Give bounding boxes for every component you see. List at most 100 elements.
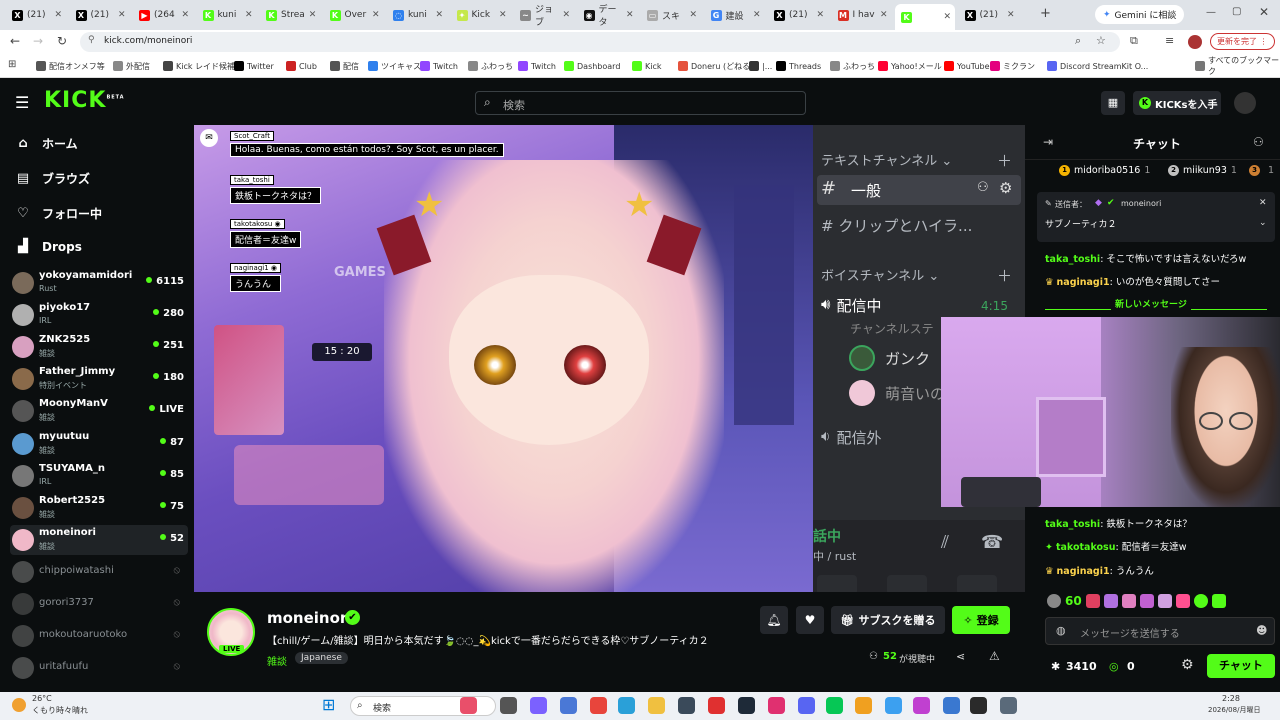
browser-tab[interactable]: MI hav ✕ xyxy=(832,4,892,26)
emote-icon[interactable] xyxy=(1103,594,1118,608)
report-icon[interactable]: ⚠ xyxy=(989,649,1000,663)
tab-close-icon[interactable]: ✕ xyxy=(435,10,443,20)
search-input[interactable]: 検索 xyxy=(503,97,525,113)
chat-username[interactable]: takotakosu xyxy=(1056,542,1116,553)
add-voice-channel-icon[interactable]: ＋ xyxy=(997,265,1012,286)
tab-close-icon[interactable]: ✕ xyxy=(689,10,697,20)
tab-close-icon[interactable]: ✕ xyxy=(372,10,380,20)
bookmark-item[interactable]: 配信オンメフ等 xyxy=(36,59,105,73)
bookmark-star-icon[interactable]: ☆ xyxy=(1096,34,1106,47)
unpin-icon[interactable]: ✕ xyxy=(1259,198,1267,208)
taskbar-app-icon[interactable] xyxy=(530,697,547,714)
bookmark-item[interactable]: Kick レイド候補 xyxy=(163,59,235,73)
kick-logo[interactable]: KICKBETA xyxy=(44,88,125,113)
taskbar-app-icon[interactable] xyxy=(500,697,517,714)
tab-close-icon[interactable]: ✕ xyxy=(562,10,570,20)
tab-close-icon[interactable]: ✕ xyxy=(1007,10,1015,20)
bookmark-item[interactable]: Dashboard xyxy=(564,59,620,73)
forward-icon[interactable]: → xyxy=(33,34,43,48)
taskbar-app-icon[interactable] xyxy=(560,697,577,714)
reload-icon[interactable]: ↻ xyxy=(57,34,67,48)
browser-tab[interactable]: ▶ (264 ✕ xyxy=(133,4,193,26)
chat-input[interactable]: ◍ メッセージを送信する ☻ xyxy=(1045,617,1275,645)
gift-icon[interactable]: ◍ xyxy=(1056,624,1066,637)
browser-tab[interactable]: ◌ kuni ✕ xyxy=(387,4,447,26)
browser-tab[interactable]: ◉ データ ✕ xyxy=(578,4,638,28)
browser-tab[interactable]: ▭ スキ ✕ xyxy=(641,4,701,26)
tab-close-icon[interactable]: ✕ xyxy=(943,12,951,22)
gifter-leaderboard-item[interactable]: 31 xyxy=(1249,165,1274,176)
extensions-icon[interactable]: ⧉ xyxy=(1130,34,1138,48)
taskbar-app-icon[interactable] xyxy=(768,697,785,714)
taskbar-app-icon[interactable] xyxy=(798,697,815,714)
bookmark-item[interactable]: ふわっち xyxy=(830,59,875,73)
taskbar-app-icon[interactable] xyxy=(943,697,960,714)
tab-close-icon[interactable]: ✕ xyxy=(880,10,888,20)
browser-tab[interactable]: ✦ Kick ✕ xyxy=(451,4,511,26)
tab-close-icon[interactable]: ✕ xyxy=(245,10,253,20)
bookmark-item[interactable]: Club xyxy=(286,59,317,73)
emote-icon[interactable] xyxy=(1175,594,1190,608)
voice-channel-off[interactable]: 🔉︎ 配信外 xyxy=(821,427,881,448)
send-chat-button[interactable]: チャット xyxy=(1207,654,1275,678)
tab-close-icon[interactable]: ✕ xyxy=(54,10,62,20)
close-window-button[interactable]: ✕ xyxy=(1259,5,1269,19)
emote-icon[interactable] xyxy=(1211,594,1226,608)
taskbar-app-icon[interactable] xyxy=(970,697,987,714)
update-button[interactable]: 更新を完了 ⋮ xyxy=(1210,33,1275,50)
followed-channel[interactable]: uritafuufu ⦸ xyxy=(10,653,188,683)
url-field[interactable]: ⚲ kick.com/moneinori ⌕ ☆ xyxy=(80,32,1120,52)
gifter-leaderboard-item[interactable]: 1 midoriba0516 1 xyxy=(1059,165,1150,176)
emote-icon[interactable] xyxy=(1121,594,1136,608)
bookmark-item[interactable]: Threads xyxy=(776,59,821,73)
followed-channel[interactable]: mokoutoaruotoko ⦸ xyxy=(10,621,188,651)
emote-icon[interactable] xyxy=(1193,594,1208,608)
nav-item-2[interactable]: ♡ フォロー中 xyxy=(16,205,102,222)
followed-channel[interactable]: MoonyManV 雑談 LIVE xyxy=(10,396,188,426)
taskbar-app-icon[interactable] xyxy=(913,697,930,714)
collapse-chat-icon[interactable]: ⇥ xyxy=(1043,135,1053,149)
browser-tab[interactable]: X (21) ✕ xyxy=(768,4,828,26)
emote-icon[interactable] xyxy=(1085,594,1100,608)
followed-channel[interactable]: moneinori 雑談 52 xyxy=(10,524,188,555)
bookmark-item[interactable]: ふわっち xyxy=(468,59,513,73)
bookmark-item[interactable]: |... xyxy=(749,59,772,73)
followed-channel[interactable]: ZNK2525 雑談 251 xyxy=(10,332,188,362)
followed-channel[interactable]: TSUYAMA_n IRL 85 xyxy=(10,461,188,491)
gift-subscription-button[interactable]: 🎁︎ サブスクを贈る xyxy=(831,606,945,634)
chat-username[interactable]: taka_toshi xyxy=(1045,254,1100,265)
voice-channel-live[interactable]: 🔊︎ 配信中 xyxy=(821,295,881,316)
profile-avatar[interactable] xyxy=(1188,35,1202,49)
nav-item-3[interactable]: ▟ Drops xyxy=(16,240,82,255)
users-icon[interactable]: ⚇ xyxy=(1253,135,1264,149)
followed-channel[interactable]: yokoyamamidori Rust 6115 xyxy=(10,268,188,298)
tab-close-icon[interactable]: ✕ xyxy=(499,10,507,20)
bookmark-item[interactable]: Twitch xyxy=(518,59,556,73)
user-avatar[interactable] xyxy=(1234,92,1256,114)
nav-item-1[interactable]: ▤ ブラウズ xyxy=(16,170,90,187)
channel-general[interactable]: # 一般 ⚇ ⚙ xyxy=(817,175,1021,205)
bookmark-item[interactable]: Twitter xyxy=(234,59,274,73)
share-icon[interactable]: ⋖ xyxy=(956,650,965,663)
tab-close-icon[interactable]: ✕ xyxy=(626,10,634,20)
browser-tab[interactable]: G 建設 ✕ xyxy=(705,4,765,26)
bookmark-item[interactable]: 外配信 xyxy=(113,59,150,73)
tab-close-icon[interactable]: ✕ xyxy=(309,10,317,20)
bell-icon[interactable]: 🔔︎ xyxy=(760,606,788,634)
emote-icon[interactable] xyxy=(1139,594,1154,608)
maximize-button[interactable]: ▢ xyxy=(1232,6,1241,17)
chat-settings-icon[interactable]: ⚙ xyxy=(1181,657,1194,673)
reading-list-icon[interactable]: ≡ xyxy=(1165,34,1174,47)
search-bar[interactable]: ⌕ 検索 xyxy=(475,91,806,115)
bookmark-item[interactable]: Kick xyxy=(632,59,662,73)
taskbar-app-icon[interactable] xyxy=(738,697,755,714)
taskbar-app-icon[interactable] xyxy=(618,697,635,714)
bookmark-item[interactable]: Twitch xyxy=(420,59,458,73)
get-kicks-button[interactable]: K KICKsを入手 xyxy=(1133,91,1221,115)
back-icon[interactable]: ← xyxy=(10,34,20,48)
tab-close-icon[interactable]: ✕ xyxy=(181,10,189,20)
tab-close-icon[interactable]: ✕ xyxy=(753,10,761,20)
followed-channel[interactable]: Robert2525 雑談 75 xyxy=(10,493,188,523)
browser-tab[interactable]: K ✕ xyxy=(895,4,955,30)
settings-gear-icon[interactable]: ⚙ xyxy=(999,179,1012,197)
